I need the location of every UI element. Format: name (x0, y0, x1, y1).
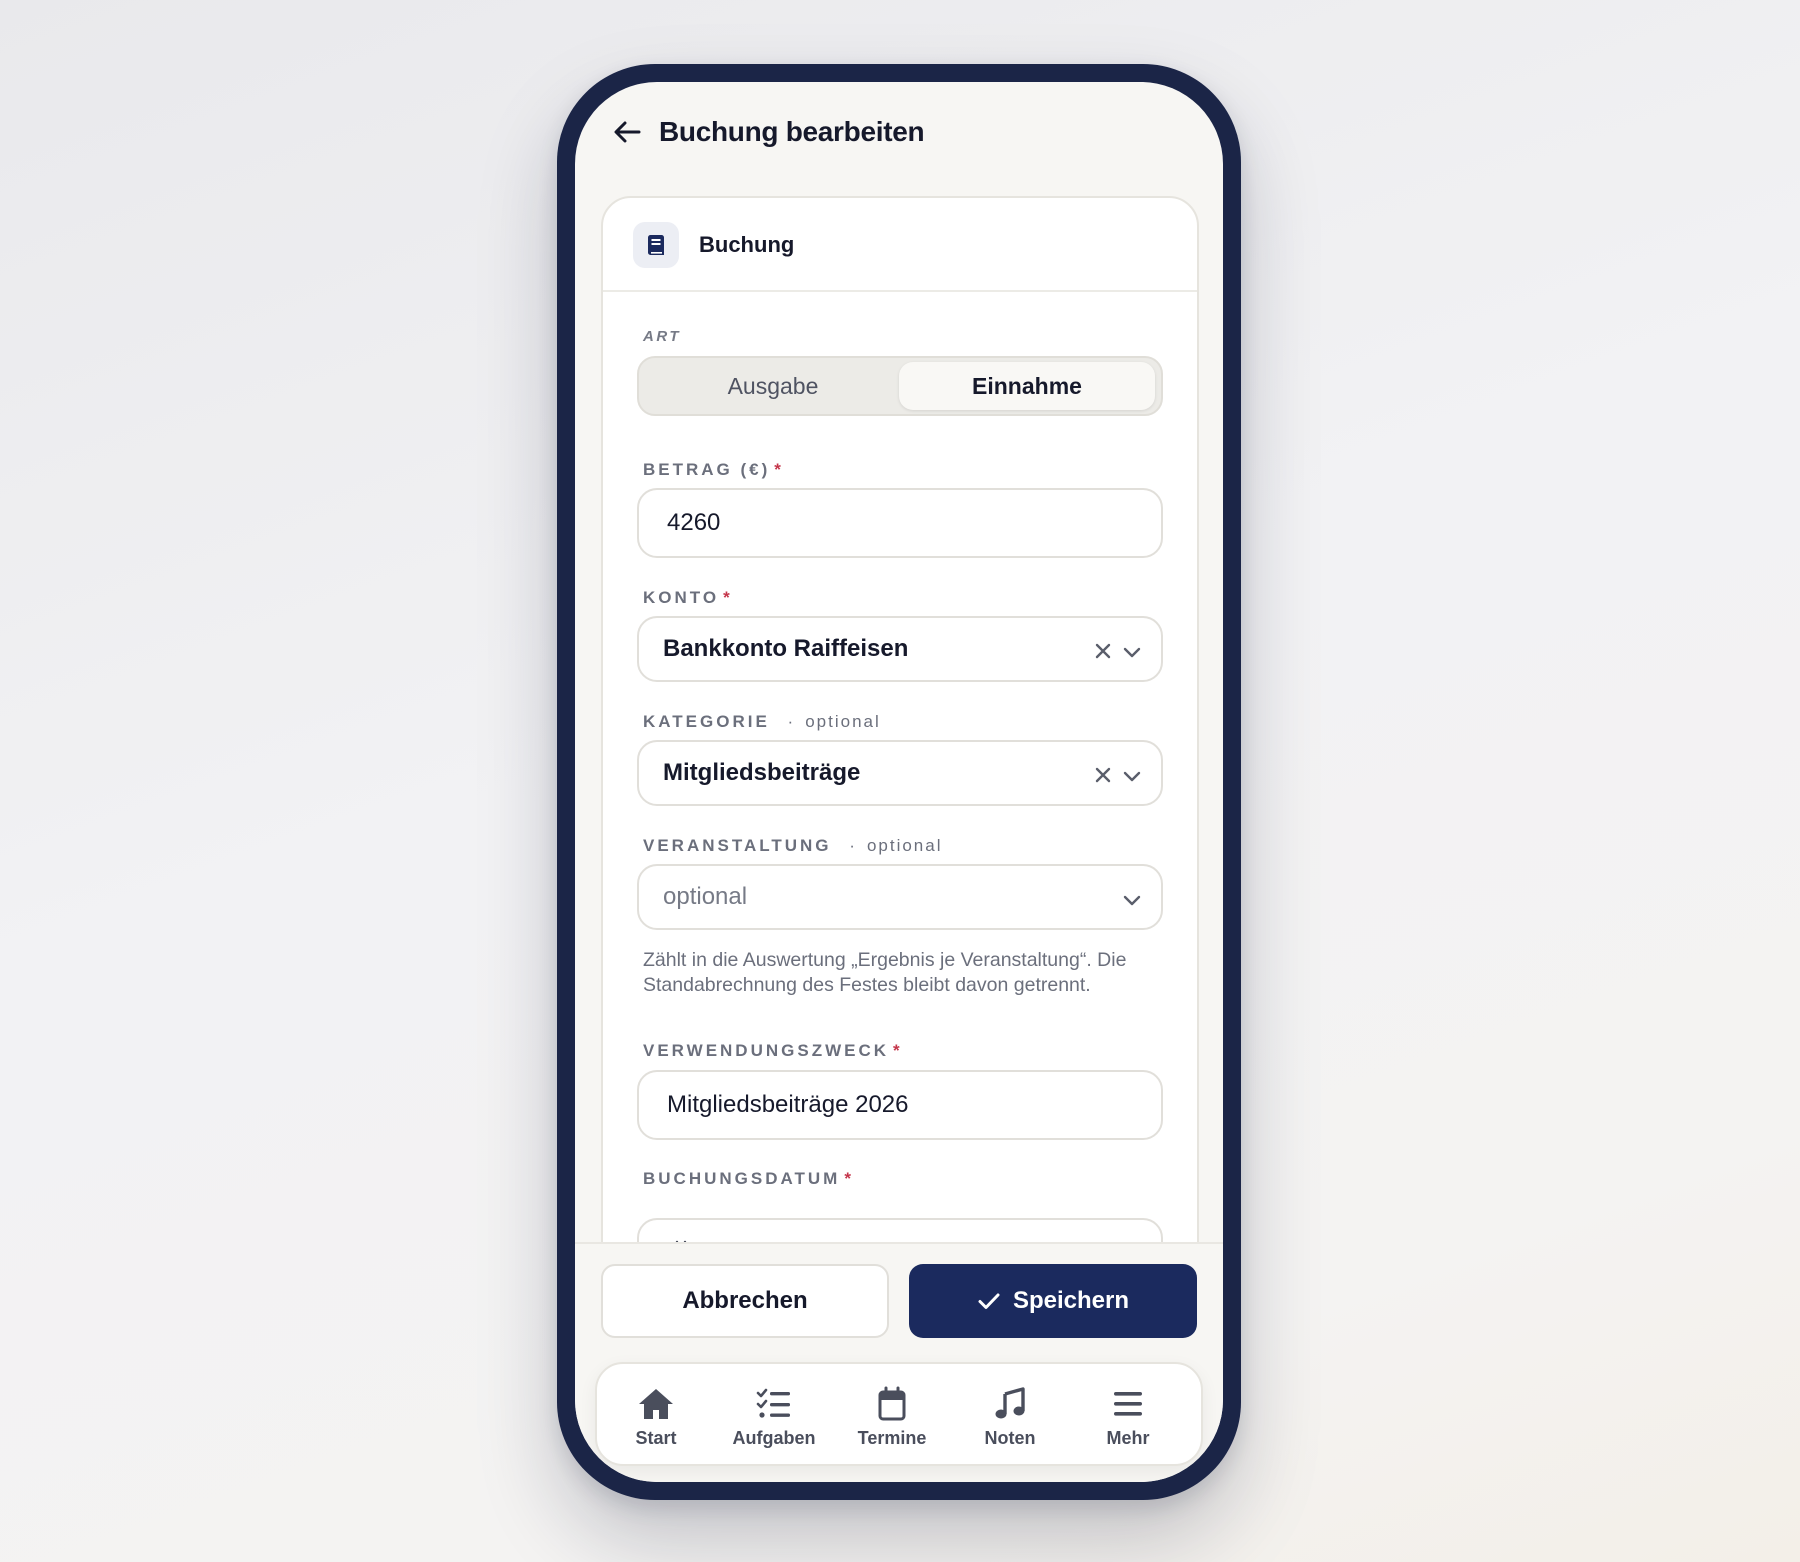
book-icon (633, 222, 679, 268)
amount-value: 4260 (667, 509, 721, 536)
tab-noten[interactable]: Noten (950, 1386, 1070, 1456)
type-segmented-control: Ausgabe Einnahme (637, 356, 1163, 416)
required-marker: * (774, 460, 781, 479)
save-label: Speichern (1012, 1287, 1130, 1314)
buchungsdatum-label: BUCHUNGSDATUM * (643, 1169, 851, 1189)
required-marker: * (844, 1169, 851, 1188)
verwendungszweck-label-text: VERWENDUNGSZWECK (643, 1041, 890, 1060)
tab-label: Noten (984, 1428, 1036, 1448)
page-title: Buchung bearbeiten (659, 116, 925, 147)
tab-label: Aufgaben (732, 1428, 816, 1448)
tab-aufgaben[interactable]: Aufgaben (714, 1386, 834, 1456)
calendar-icon (878, 1386, 906, 1421)
veranstaltung-label: VERANSTALTUNG · optional (643, 836, 943, 856)
konto-label: KONTO * (643, 588, 730, 608)
required-marker: * (723, 588, 730, 607)
music-note-icon (995, 1387, 1025, 1419)
kategorie-label: KATEGORIE · optional (643, 712, 881, 732)
optional-note: optional (805, 712, 881, 731)
footer-bar: Abbrechen Speichern Start Aufgaben Termi… (575, 1242, 1223, 1482)
phone-frame: Buchung bearbeiten Buchung ART Ausgabe E… (557, 64, 1241, 1500)
tasks-icon (756, 1388, 790, 1418)
app-header: Buchung bearbeiten (575, 82, 1223, 202)
menu-icon (1114, 1392, 1142, 1416)
account-select[interactable]: Bankkonto Raiffeisen (637, 616, 1163, 682)
clear-icon[interactable] (1093, 765, 1113, 785)
bottom-tab-bar: Start Aufgaben Termine Noten Mehr (595, 1362, 1203, 1466)
purpose-value: Mitgliedsbeiträge 2026 (667, 1091, 909, 1118)
tab-mehr[interactable]: Mehr (1068, 1386, 1188, 1456)
purpose-input[interactable]: Mitgliedsbeiträge 2026 (637, 1070, 1163, 1140)
required-marker: * (893, 1041, 900, 1060)
event-placeholder: optional (663, 883, 748, 910)
card-title: Buchung (699, 232, 795, 257)
save-button[interactable]: Speichern (909, 1264, 1197, 1338)
app-screen: Buchung bearbeiten Buchung ART Ausgabe E… (575, 82, 1223, 1482)
tab-start[interactable]: Start (596, 1386, 716, 1456)
home-icon (639, 1389, 673, 1419)
category-select[interactable]: Mitgliedsbeiträge (637, 740, 1163, 806)
tab-label: Termine (857, 1428, 927, 1448)
clear-icon[interactable] (1093, 641, 1113, 661)
chevron-down-icon[interactable] (1121, 889, 1143, 911)
betrag-label-text: BETRAG (€) (643, 460, 771, 479)
event-select[interactable]: optional (637, 864, 1163, 930)
back-arrow-icon[interactable] (605, 110, 649, 154)
verwendungszweck-label: VERWENDUNGSZWECK * (643, 1041, 900, 1061)
event-hint-text: Zählt in die Auswertung „Ergebnis je Ver… (643, 949, 1127, 996)
kategorie-label-text: KATEGORIE (643, 712, 770, 731)
veranstaltung-label-text: VERANSTALTUNG (643, 836, 832, 855)
cancel-button[interactable]: Abbrechen (601, 1264, 889, 1338)
optional-separator: · (787, 712, 796, 731)
tab-termine[interactable]: Termine (832, 1386, 952, 1456)
betrag-label: BETRAG (€) * (643, 460, 781, 480)
buchungsdatum-label-text: BUCHUNGSDATUM (643, 1169, 841, 1188)
category-value: Mitgliedsbeiträge (663, 759, 861, 786)
tab-label: Start (635, 1428, 677, 1448)
segment-einnahme[interactable]: Einnahme (899, 362, 1155, 410)
optional-separator: · (849, 836, 857, 855)
chevron-down-icon[interactable] (1121, 765, 1143, 787)
konto-label-text: KONTO (643, 588, 720, 607)
chevron-down-icon[interactable] (1121, 641, 1143, 663)
art-label: ART (643, 328, 682, 345)
segment-ausgabe[interactable]: Ausgabe (645, 362, 901, 410)
check-icon (978, 1293, 1000, 1309)
account-value: Bankkonto Raiffeisen (663, 635, 909, 662)
amount-input[interactable]: 4260 (637, 488, 1163, 558)
optional-note: optional (866, 836, 943, 855)
card-header: Buchung (603, 198, 1197, 292)
booking-card: Buchung ART Ausgabe Einnahme BETRAG (€) *… (601, 196, 1199, 1296)
tab-label: Mehr (1106, 1428, 1150, 1448)
